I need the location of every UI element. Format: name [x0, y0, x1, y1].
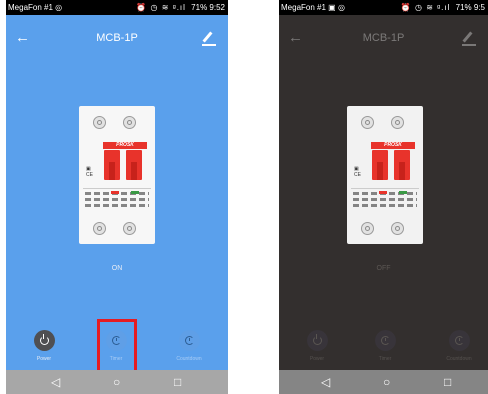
- app-bar: ← MCB-1P: [279, 28, 488, 48]
- status-icons-left: ◎: [55, 3, 63, 12]
- timer-highlight-box: [97, 319, 137, 373]
- indicator-red: [111, 191, 119, 194]
- breaker-image: PROSK ▣ CE: [347, 106, 423, 244]
- indicator-red: [379, 191, 387, 194]
- power-button[interactable]: Power: [19, 330, 69, 370]
- brand-logo: PROSK: [371, 142, 415, 149]
- clock-label: 9:5: [473, 3, 485, 12]
- clock-icon: [178, 330, 200, 351]
- certification-marks: ▣ CE: [354, 166, 361, 178]
- power-icon: [33, 330, 55, 351]
- status-icons-left: ▣ ◎: [328, 3, 345, 12]
- indicator-green: [399, 191, 407, 194]
- screw-bottom-left: [361, 222, 374, 235]
- indicator-green: [131, 191, 139, 194]
- phone-screen-off: MegaFon #1 ▣ ◎ ⏰ ◷ ≋ ᵍ.ıl 71% 9:5 ← MCB-…: [279, 0, 488, 394]
- breaker-lever-right: [394, 150, 410, 180]
- phone-screen-on: MegaFon #1 ◎ ⏰ ◷ ≋ ᵍ.ıl 71% 9:52 ← MCB-1…: [6, 0, 228, 394]
- screw-top-left: [361, 116, 374, 129]
- battery-label: 71%: [191, 3, 208, 12]
- clock-icon: [448, 330, 470, 351]
- status-icons-right: ⏰ ◷ ≋ ᵍ.ıl: [400, 3, 451, 12]
- square-recent-icon[interactable]: □: [174, 370, 181, 394]
- certification-marks: ▣ CE: [86, 166, 93, 178]
- triangle-back-icon[interactable]: ◁: [321, 370, 330, 394]
- countdown-label: Countdown: [446, 356, 472, 362]
- switch-state-label: ON: [111, 265, 123, 272]
- screw-bottom-right: [123, 222, 136, 235]
- clock-label: 9:52: [209, 3, 225, 12]
- countdown-label: Countdown: [176, 356, 202, 362]
- breaker-image: PROSK ▣ CE: [79, 106, 155, 244]
- status-icons-right: ⏰ ◷ ≋ ᵍ.ıl: [136, 3, 186, 12]
- breaker-lever-left: [372, 150, 388, 180]
- power-label: Power: [309, 356, 325, 362]
- countdown-button[interactable]: Countdown: [434, 330, 484, 370]
- square-recent-icon[interactable]: □: [444, 370, 451, 394]
- screw-top-right: [391, 116, 404, 129]
- switch-state-label: OFF: [376, 265, 391, 272]
- screw-bottom-right: [391, 222, 404, 235]
- status-bar: MegaFon #1 ▣ ◎ ⏰ ◷ ≋ ᵍ.ıl 71% 9:5: [279, 0, 488, 15]
- screw-top-right: [123, 116, 136, 129]
- triangle-back-icon[interactable]: ◁: [51, 370, 60, 394]
- circle-home-icon[interactable]: ○: [113, 370, 120, 394]
- android-nav-bar: ◁ ○ □: [6, 370, 228, 394]
- screw-bottom-left: [93, 222, 106, 235]
- power-button[interactable]: Power: [292, 330, 342, 370]
- page-title: MCB-1P: [96, 32, 138, 44]
- status-bar: MegaFon #1 ◎ ⏰ ◷ ≋ ᵍ.ıl 71% 9:52: [6, 0, 228, 15]
- breaker-lever-right: [126, 150, 142, 180]
- edit-pen-icon[interactable]: [202, 30, 216, 46]
- carrier-label: MegaFon #1: [281, 3, 326, 12]
- timer-label: Timer: [378, 356, 392, 362]
- clock-icon: [374, 330, 396, 351]
- android-nav-bar: ◁ ○ □: [279, 370, 488, 394]
- control-bar: Power Timer Countdown: [279, 330, 488, 370]
- carrier-label: MegaFon #1: [8, 3, 53, 12]
- breaker-lever-left: [104, 150, 120, 180]
- app-bar: ← MCB-1P: [6, 28, 228, 48]
- circle-home-icon[interactable]: ○: [383, 370, 390, 394]
- power-label: Power: [36, 356, 52, 362]
- timer-button[interactable]: Timer: [360, 330, 410, 370]
- countdown-button[interactable]: Countdown: [164, 330, 214, 370]
- battery-label: 71%: [455, 3, 472, 12]
- page-title: MCB-1P: [362, 32, 405, 44]
- screw-top-left: [93, 116, 106, 129]
- edit-pen-icon[interactable]: [462, 30, 476, 46]
- power-icon: [306, 330, 328, 351]
- brand-logo: PROSK: [103, 142, 147, 149]
